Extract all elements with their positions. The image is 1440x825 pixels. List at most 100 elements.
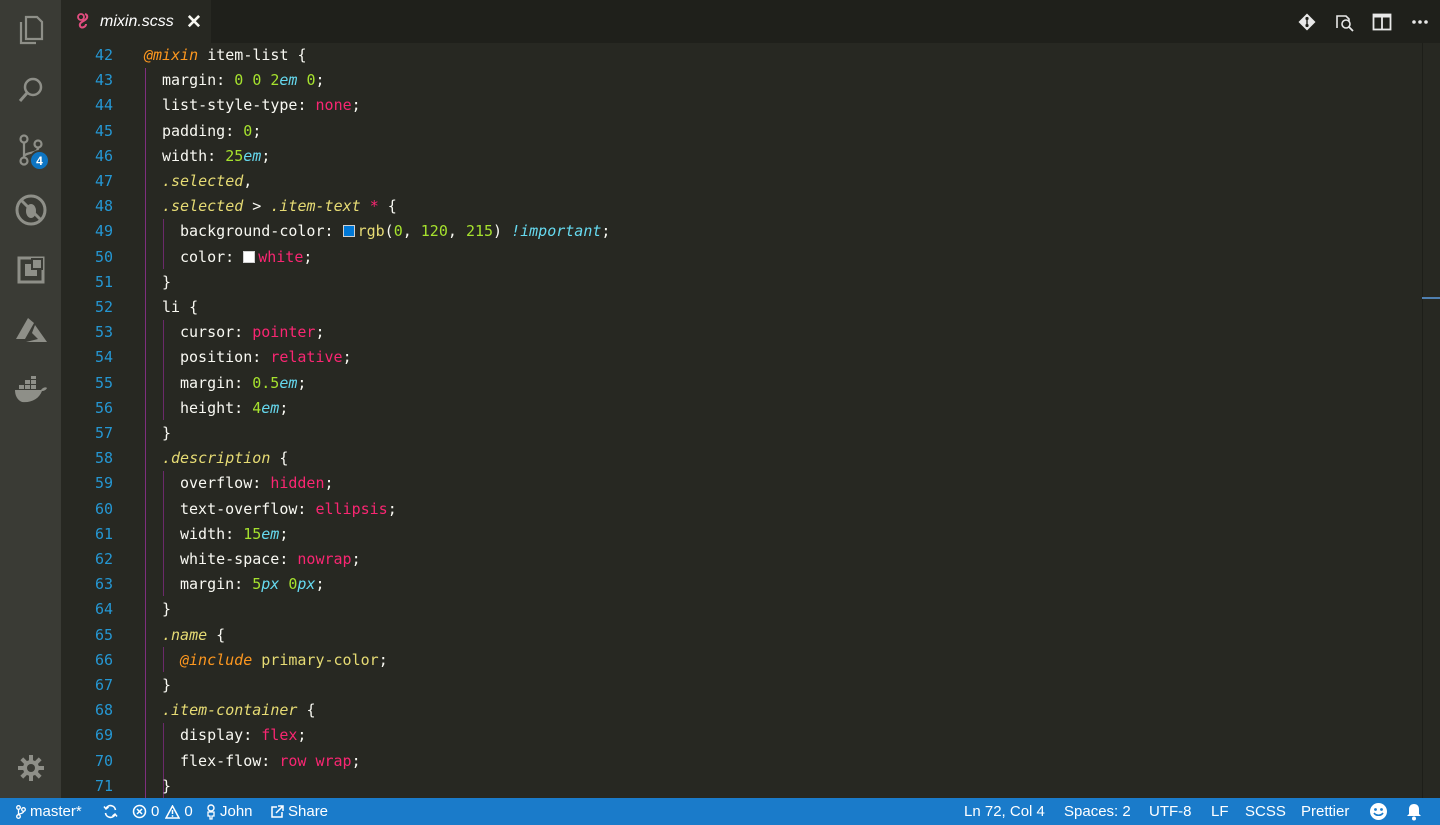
- code-token: {: [297, 701, 316, 719]
- more-actions-icon[interactable]: [1408, 10, 1432, 34]
- code-line[interactable]: display: flex;: [180, 723, 306, 748]
- code-line[interactable]: .description {: [162, 446, 288, 471]
- code-token: 0.5: [252, 374, 280, 392]
- color-swatch[interactable]: [243, 251, 256, 263]
- formatter-status[interactable]: Prettier: [1301, 798, 1349, 825]
- code-token: .selected: [162, 172, 244, 190]
- code-line[interactable]: white-space: nowrap;: [180, 547, 361, 572]
- git-compare-icon[interactable]: [1296, 10, 1318, 34]
- code-line[interactable]: width: 25em;: [162, 144, 270, 169]
- code-line[interactable]: margin: 5px 0px;: [180, 572, 325, 597]
- code-line[interactable]: padding: 0;: [162, 119, 261, 144]
- code-token: 15: [243, 525, 262, 543]
- azure-icon[interactable]: [0, 300, 61, 360]
- sync-button[interactable]: [103, 798, 122, 825]
- open-preview-icon[interactable]: [1332, 10, 1356, 34]
- sass-file-icon: [75, 12, 91, 35]
- code-token: cursor:: [180, 323, 253, 341]
- code-line[interactable]: margin: 0 0 2em 0;: [162, 68, 325, 93]
- line-number: 45: [94, 122, 113, 140]
- scrollbar-marker[interactable]: [1422, 297, 1440, 299]
- code-line[interactable]: text-overflow: ellipsis;: [180, 497, 397, 522]
- search-icon[interactable]: [0, 60, 61, 120]
- code-line[interactable]: .selected > .item-text * {: [162, 194, 397, 219]
- sync-icon: [103, 804, 118, 819]
- code-token: margin:: [162, 71, 235, 89]
- extensions-icon[interactable]: [0, 240, 61, 300]
- code-line[interactable]: flex-flow: row wrap;: [180, 749, 361, 774]
- code-token: ellipsis: [315, 500, 388, 518]
- status-bar: master* 0 0 John Share Ln 72, Col 4 Spac…: [0, 798, 1440, 825]
- code-token: white: [258, 248, 304, 266]
- code-line[interactable]: }: [162, 673, 171, 698]
- share-icon: [271, 804, 284, 818]
- settings-gear-icon[interactable]: [0, 738, 61, 798]
- indent-guide: [163, 647, 164, 672]
- code-line[interactable]: height: 4em;: [180, 396, 288, 421]
- code-token: .item-container: [162, 701, 298, 719]
- color-swatch[interactable]: [342, 225, 355, 237]
- code-line[interactable]: }: [162, 597, 171, 622]
- code-token: li {: [162, 298, 199, 316]
- problems-indicator[interactable]: 0 0: [132, 798, 193, 825]
- code-line[interactable]: background-color: rgb(0, 120, 215) !impo…: [180, 219, 610, 244]
- code-line[interactable]: @mixin item-list {: [144, 43, 307, 68]
- code-line[interactable]: }: [162, 421, 171, 446]
- code-line[interactable]: position: relative;: [180, 345, 352, 370]
- code-token: 215: [465, 222, 494, 240]
- code-line[interactable]: cursor: pointer;: [180, 320, 325, 345]
- code-token: overflow:: [180, 474, 271, 492]
- code-token: position:: [180, 348, 271, 366]
- docker-icon[interactable]: [0, 360, 61, 420]
- code-line[interactable]: margin: 0.5em;: [180, 371, 306, 396]
- indentation-setting[interactable]: Spaces: 2: [1064, 798, 1131, 825]
- split-editor-icon[interactable]: [1370, 10, 1394, 34]
- code-editor[interactable]: 42 43 44 45 46 47 48 49 50 51 52 53 54 55 56 57 58 59 60 61…: [61, 43, 1440, 798]
- code-line[interactable]: .selected,: [162, 169, 252, 194]
- code-token: white-space:: [180, 550, 298, 568]
- code-token: ;: [297, 374, 307, 392]
- indent-guide: [145, 68, 146, 798]
- git-branch-icon: [16, 804, 26, 819]
- line-number: 66: [94, 651, 113, 669]
- tab-mixin-scss[interactable]: mixin.scss ✕: [61, 0, 211, 43]
- code-token: row wrap: [279, 752, 352, 770]
- branch-indicator[interactable]: master*: [16, 798, 82, 825]
- code-line[interactable]: }: [162, 270, 171, 295]
- code-line[interactable]: @include primary-color;: [180, 648, 388, 673]
- line-number: 58: [94, 449, 113, 467]
- eol-setting[interactable]: LF: [1211, 798, 1229, 825]
- language-mode[interactable]: SCSS: [1245, 798, 1286, 825]
- code-line[interactable]: li {: [162, 295, 198, 320]
- code-token: ;: [315, 71, 325, 89]
- code-line[interactable]: color: white;: [180, 245, 312, 270]
- code-token: }: [162, 273, 172, 291]
- share-button[interactable]: Share: [270, 798, 328, 825]
- code-line[interactable]: }: [162, 774, 171, 798]
- user-label: John: [220, 803, 253, 820]
- debug-icon[interactable]: [0, 180, 61, 240]
- code-line[interactable]: overflow: hidden;: [180, 471, 334, 496]
- code-line[interactable]: .item-container {: [162, 698, 316, 723]
- code-token: padding:: [162, 122, 244, 140]
- code-token: .item-text: [270, 197, 361, 215]
- notifications-bell-icon[interactable]: [1406, 798, 1426, 825]
- tab-label: mixin.scss: [100, 13, 174, 30]
- line-number: 54: [94, 348, 113, 366]
- feedback-smiley-icon[interactable]: [1369, 798, 1392, 825]
- encoding-setting[interactable]: UTF-8: [1149, 798, 1192, 825]
- code-line[interactable]: list-style-type: none;: [162, 93, 361, 118]
- line-number: 50: [94, 248, 113, 266]
- code-line[interactable]: width: 15em;: [180, 522, 288, 547]
- explorer-icon[interactable]: [0, 0, 61, 60]
- cursor-position[interactable]: Ln 72, Col 4: [964, 798, 1045, 825]
- source-control-icon[interactable]: [0, 120, 61, 180]
- close-icon[interactable]: ✕: [186, 11, 202, 34]
- live-share-user[interactable]: John: [206, 798, 253, 825]
- code-token: rgb: [357, 222, 385, 240]
- line-number: 71: [94, 777, 113, 795]
- indent-guide: [163, 219, 164, 269]
- code-token: ;: [315, 323, 325, 341]
- code-line[interactable]: .name {: [162, 623, 225, 648]
